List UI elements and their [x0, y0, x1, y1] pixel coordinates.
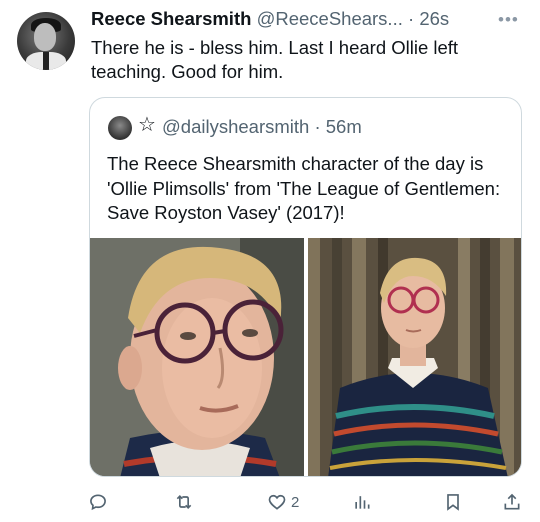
action-bar: 2: [0, 484, 540, 520]
photo-left[interactable]: [90, 238, 304, 476]
photo-right[interactable]: [308, 238, 521, 476]
avatar-tie: [43, 52, 49, 70]
photo-right-image: [308, 238, 521, 476]
bookmark-button[interactable]: [443, 488, 463, 516]
repost-icon: [176, 494, 192, 510]
photo-left-image: [90, 238, 304, 476]
avatar-face: [34, 23, 56, 51]
quoted-tweet[interactable]: ☆ @dailyshearsmith · 56m The Reece Shear…: [89, 97, 522, 477]
quoted-handle[interactable]: @dailyshearsmith: [162, 116, 309, 137]
reply-icon: [90, 494, 106, 511]
author-avatar[interactable]: [17, 12, 75, 70]
tweet-header: Reece Shearsmith @ReeceShears... · 26s: [91, 8, 531, 34]
quoted-separator: ·: [314, 116, 321, 137]
views-button[interactable]: [352, 488, 376, 516]
views-icon: [355, 496, 370, 509]
author-handle[interactable]: @ReeceShears...: [257, 8, 403, 29]
quoted-text: The Reece Shearsmith character of the da…: [107, 153, 501, 223]
like-count: 2: [291, 493, 300, 511]
reply-button[interactable]: [88, 488, 112, 516]
like-button[interactable]: 2: [267, 488, 299, 516]
more-icon[interactable]: •••: [498, 10, 519, 30]
repost-button[interactable]: [174, 488, 198, 516]
share-icon: [504, 493, 520, 510]
author-name[interactable]: Reece Shearsmith: [91, 8, 251, 29]
quoted-time[interactable]: 56m: [326, 116, 362, 137]
header-separator: ·: [408, 8, 415, 29]
heart-icon: [268, 494, 286, 510]
tweet-time[interactable]: 26s: [419, 8, 449, 29]
share-button[interactable]: [502, 488, 522, 516]
quoted-avatar[interactable]: [108, 116, 132, 140]
bookmark-icon: [447, 494, 459, 511]
tweet-text: There he is - bless him. Last I heard Ol…: [91, 37, 459, 82]
quoted-meta: @dailyshearsmith · 56m: [162, 116, 362, 138]
star-icon: ☆: [138, 114, 156, 136]
